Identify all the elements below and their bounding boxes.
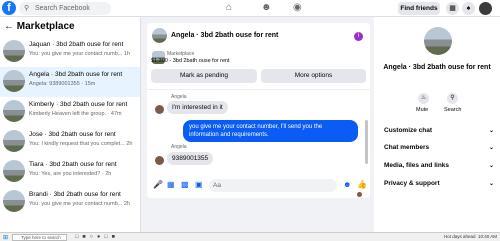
taskbar-search[interactable]: Type here to search bbox=[12, 234, 67, 241]
chevron-down-icon: ⌄ bbox=[488, 163, 494, 169]
sender-avatar bbox=[155, 105, 164, 114]
customize-chat-row[interactable]: Customize chat ⌄ bbox=[384, 127, 494, 134]
conversation-name: Brandi · 3bd 2bath ouse for rent bbox=[29, 191, 121, 198]
image-icon[interactable]: ▦ bbox=[167, 180, 175, 189]
chevron-down-icon: ⌄ bbox=[488, 145, 494, 151]
search-icon: ⚲ bbox=[24, 5, 30, 12]
conversation-name: Angela · 3bd 2bath ouse for rent bbox=[29, 71, 123, 78]
weather-status: Hot days ahead bbox=[443, 234, 476, 239]
conversation-item[interactable]: Brandi · 3bd 2bath ouse for rent You: yo… bbox=[0, 187, 140, 217]
clock[interactable]: 10:40 AM bbox=[478, 234, 497, 239]
section-label: Privacy & support bbox=[384, 180, 440, 187]
section-label: Media, files and links bbox=[384, 162, 450, 169]
sidebar-title-text: Marketplace bbox=[16, 21, 75, 32]
search-label[interactable]: Search bbox=[444, 107, 461, 113]
sender-avatar bbox=[155, 156, 164, 165]
profile-avatar[interactable] bbox=[479, 2, 492, 15]
marketplace-conversations-sidebar: ← Marketplace Jaquan · 3bd 2bath ouse fo… bbox=[0, 17, 141, 232]
conversation-details-panel: Angela · 3bd 2bath ouse for rent ♨ ⚲ Mut… bbox=[374, 17, 500, 232]
search-input[interactable]: ⚲ Search Facebook bbox=[19, 2, 111, 15]
notifications-icon[interactable]: ♠ bbox=[462, 2, 475, 15]
sidebar-title: ← Marketplace bbox=[4, 21, 75, 32]
listing-title[interactable]: $1,300 - 3bd 2bath ouse for rent bbox=[151, 58, 230, 64]
conversation-name: Jaquan · 3bd 2bath ouse for rent bbox=[29, 41, 124, 48]
bell-icon[interactable]: ♨ bbox=[418, 93, 429, 104]
privacy-support-row[interactable]: Privacy & support ⌄ bbox=[384, 180, 494, 187]
chevron-down-icon: ⌄ bbox=[488, 181, 494, 187]
conversation-item[interactable]: Jaquan · 3bd 2bath ouse for rent You: yo… bbox=[0, 37, 140, 67]
conversation-preview: You: Yes, are you interested? · 2h bbox=[29, 171, 112, 177]
listing-thumbnail bbox=[3, 70, 25, 92]
message-scrollbar[interactable] bbox=[365, 120, 368, 164]
conversation-item[interactable]: Tiara · 3bd 2bath ouse for rent You: Yes… bbox=[0, 157, 140, 187]
conversation-name: Tiara · 3bd 2bath ouse for rent bbox=[29, 161, 117, 168]
windows-start-icon[interactable]: ⊞ bbox=[3, 234, 8, 241]
details-avatar[interactable] bbox=[424, 27, 452, 55]
details-name: Angela · 3bd 2bath ouse for rent bbox=[383, 64, 491, 71]
incoming-message: 9389001355 bbox=[167, 152, 214, 165]
microphone-icon[interactable]: 🎤 bbox=[153, 180, 163, 189]
incoming-message: I'm interested in it bbox=[167, 101, 228, 114]
message-composer: 🎤 ▦ ▩ ▣ Aa ☻ 👍 bbox=[147, 178, 370, 194]
listing-thumbnail bbox=[3, 190, 25, 212]
emoji-icon[interactable]: ☻ bbox=[343, 180, 351, 189]
windows-taskbar: ⊞ Type here to search □■○●□■ Hot days ah… bbox=[0, 232, 500, 241]
friends-icon[interactable]: ☻ bbox=[261, 2, 272, 13]
taskbar-apps[interactable]: □■○●□■ bbox=[75, 234, 119, 240]
home-icon[interactable]: ⌂ bbox=[226, 2, 232, 13]
conversation-preview: You: you give me your contact numb... 2h bbox=[29, 201, 130, 207]
search-placeholder: Search Facebook bbox=[35, 5, 90, 12]
find-friends-button[interactable]: Find friends bbox=[398, 2, 440, 15]
search-icon[interactable]: ⚲ bbox=[447, 93, 458, 104]
system-tray: Hot days ahead 10:40 AM bbox=[444, 234, 497, 239]
message-sender: Angela bbox=[171, 144, 187, 150]
top-navigation-bar: f ⚲ Search Facebook ⌂ ☻ ◉ Find friends ▦… bbox=[0, 0, 500, 17]
section-label: Customize chat bbox=[384, 127, 433, 134]
conversation-item[interactable]: Kimberly · 3bd 2bath ouse for rent Kimbe… bbox=[0, 97, 140, 127]
media-files-links-row[interactable]: Media, files and links ⌄ bbox=[384, 162, 494, 169]
chat-members-row[interactable]: Chat members ⌄ bbox=[384, 144, 494, 151]
chat-panel: Angela · 3bd 2bath ouse for rent i Marke… bbox=[147, 23, 370, 198]
conversation-item[interactable]: Jose · 3bd 2bath ouse for rent You: I ki… bbox=[0, 127, 140, 157]
info-icon[interactable]: i bbox=[354, 32, 363, 41]
thumbs-up-icon[interactable]: 👍 bbox=[357, 180, 367, 189]
mark-as-pending-button[interactable]: Mark as pending bbox=[151, 69, 257, 83]
chevron-down-icon: ⌄ bbox=[488, 128, 494, 134]
facebook-logo-icon[interactable]: f bbox=[2, 1, 16, 15]
listing-thumbnail bbox=[3, 130, 25, 152]
listing-thumbnail bbox=[3, 40, 25, 62]
outgoing-message: you give me your contact number, I'll se… bbox=[183, 120, 358, 142]
chat-title[interactable]: Angela · 3bd 2bath ouse for rent bbox=[171, 32, 278, 39]
groups-icon[interactable]: ◉ bbox=[293, 2, 302, 13]
message-sender: Angela bbox=[171, 94, 187, 100]
chat-listing-avatar[interactable] bbox=[152, 28, 167, 43]
conversation-name: Jose · 3bd 2bath ouse for rent bbox=[29, 131, 116, 138]
marketplace-label: Marketplace bbox=[167, 51, 195, 57]
gif-icon[interactable]: ▣ bbox=[195, 180, 203, 189]
section-label: Chat members bbox=[384, 144, 430, 151]
conversation-preview: You: I kindly request that you complet..… bbox=[29, 141, 133, 147]
conversation-preview: Kimberly Heaven left the group. · 47m bbox=[29, 111, 122, 117]
listing-thumbnail bbox=[3, 160, 25, 182]
conversation-preview: Angela: 9389001355 · 15m bbox=[29, 81, 96, 87]
listing-thumbnail bbox=[3, 100, 25, 122]
message-input[interactable]: Aa bbox=[209, 179, 337, 192]
more-options-button[interactable]: More options bbox=[261, 69, 366, 83]
conversation-preview: You: you give me your contact numb... 1h bbox=[29, 51, 130, 57]
conversation-name: Kimberly · 3bd 2bath ouse for rent bbox=[29, 101, 128, 108]
menu-grid-icon[interactable]: ▦ bbox=[446, 2, 459, 15]
back-arrow-icon[interactable]: ← bbox=[4, 21, 14, 32]
mute-label[interactable]: Mute bbox=[416, 107, 428, 113]
conversation-item-active[interactable]: Angela · 3bd 2bath ouse for rent Angela:… bbox=[0, 67, 140, 97]
sticker-icon[interactable]: ▩ bbox=[181, 180, 189, 189]
